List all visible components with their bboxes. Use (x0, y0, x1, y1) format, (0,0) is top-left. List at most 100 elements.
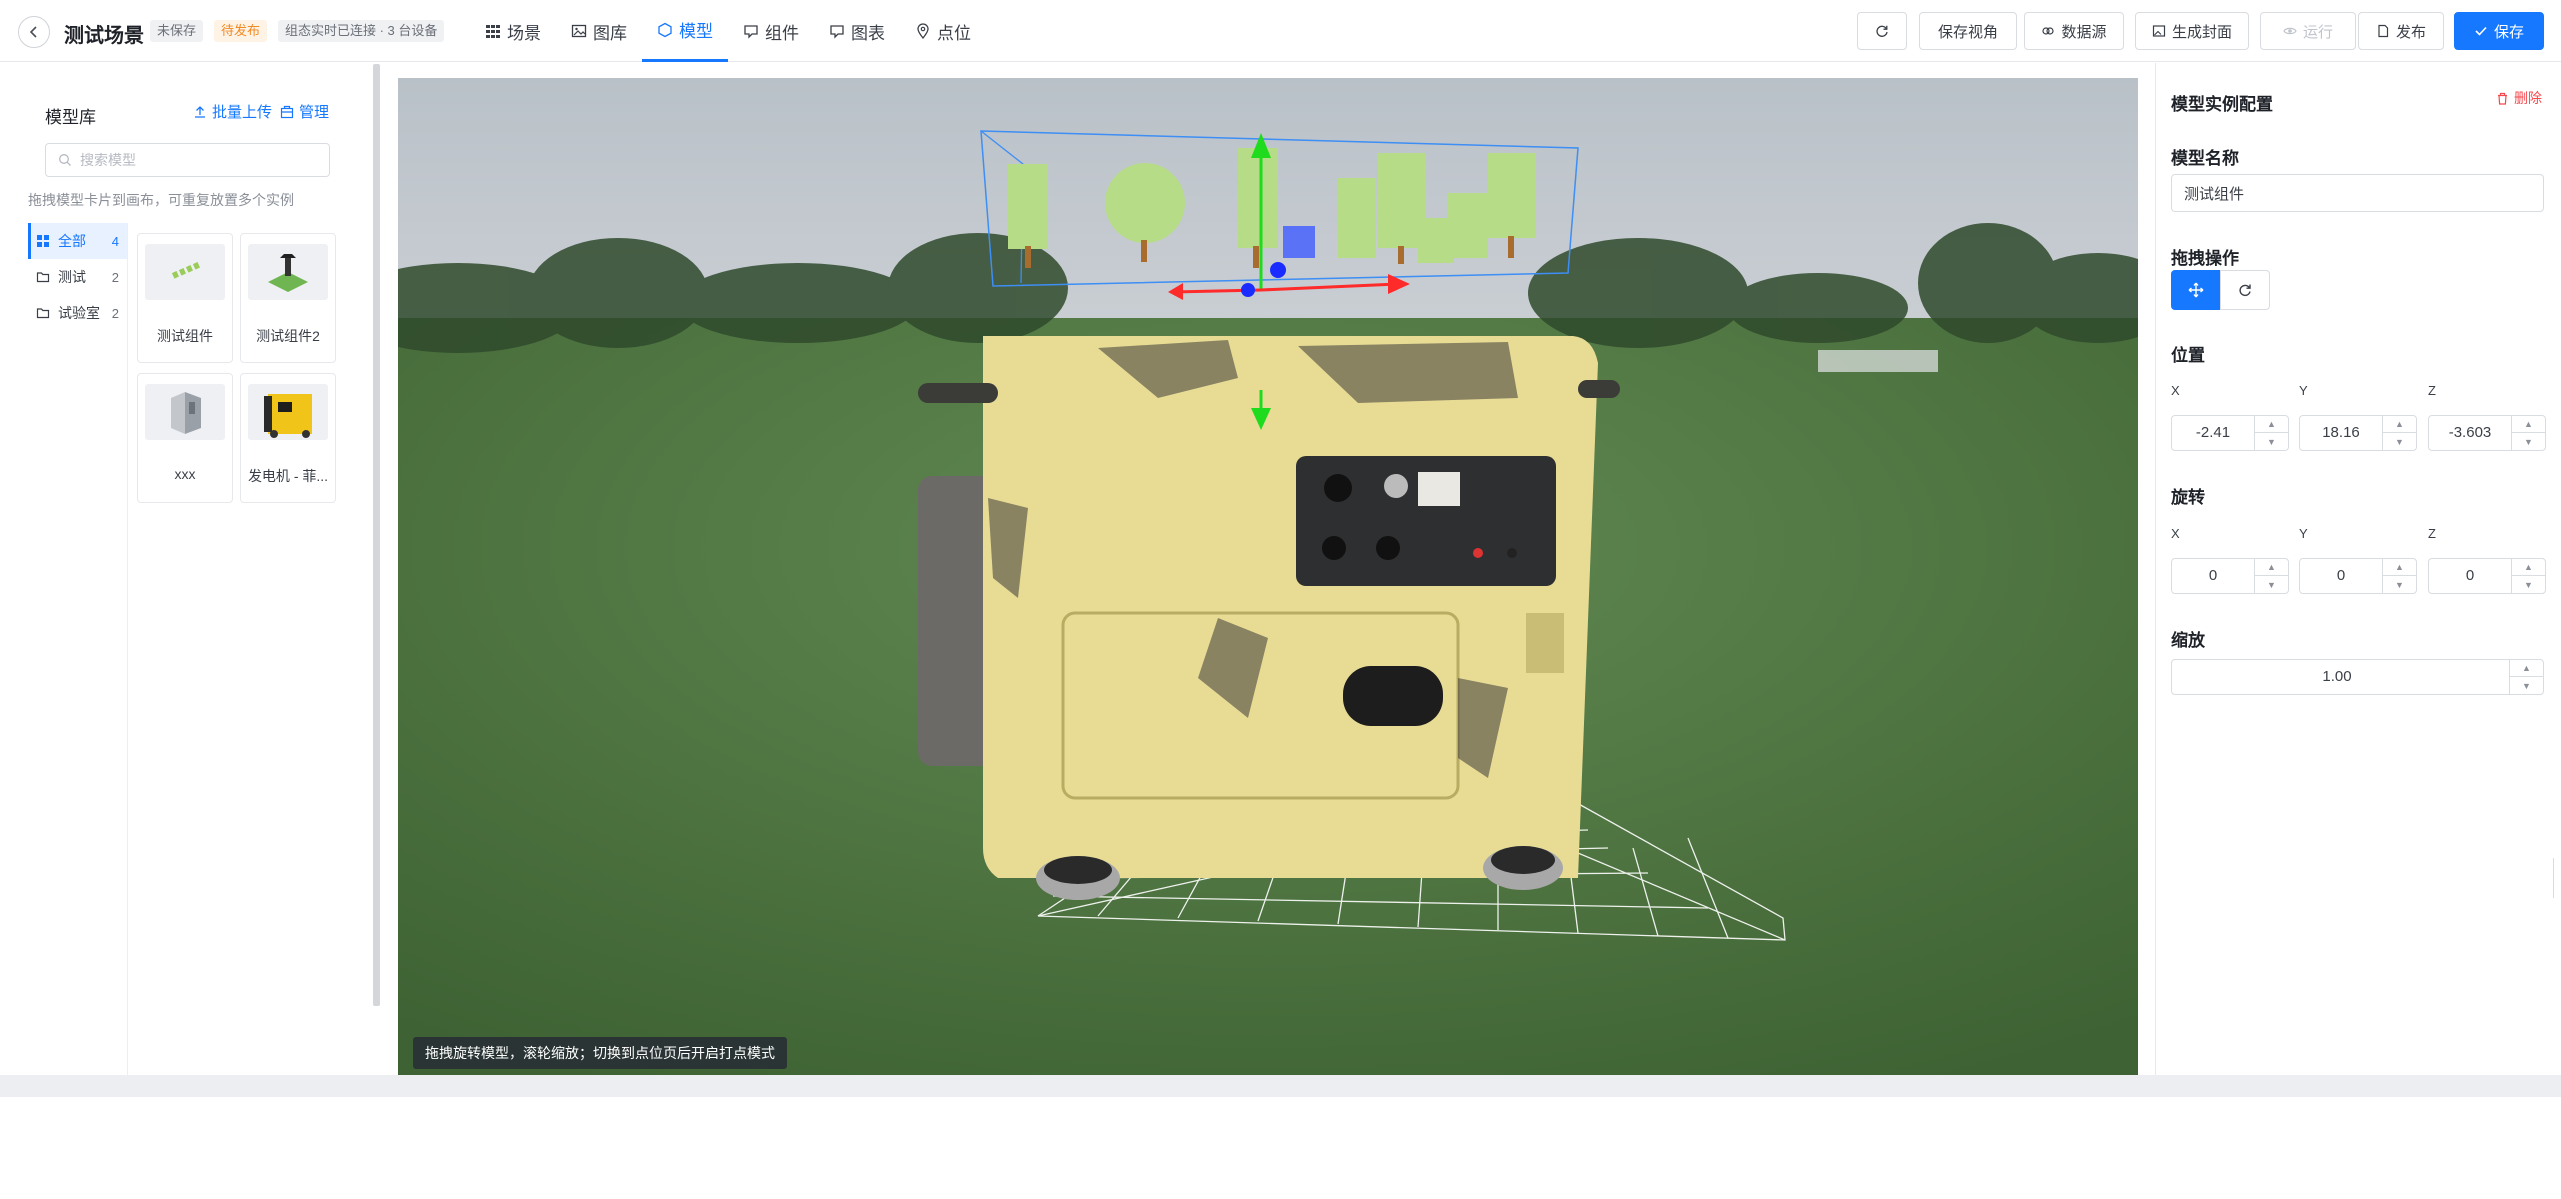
rotation-y-stepper[interactable]: 0 ▲ ▼ (2299, 558, 2417, 594)
tab-scene[interactable]: 场景 (470, 0, 556, 62)
tab-points[interactable]: 点位 (900, 0, 986, 62)
batch-upload-label: 批量上传 (212, 104, 273, 121)
pending-publish-badge: 待发布 (214, 20, 268, 42)
category-count: 2 (111, 305, 119, 321)
drag-mode-heading: 拖拽操作 (2171, 249, 2239, 268)
search-icon (59, 154, 71, 166)
model-card[interactable]: xxx (137, 373, 233, 503)
scene-viewport[interactable] (398, 78, 2138, 1084)
model-name-input[interactable] (2171, 174, 2544, 212)
tab-model[interactable]: 模型 (642, 0, 728, 62)
model-thumbnail (145, 384, 225, 440)
datasource-button[interactable]: 数据源 (2024, 12, 2124, 50)
rotate-icon (2239, 284, 2251, 297)
bottom-strip (0, 1075, 2561, 1097)
decrement-icon[interactable]: ▼ (2510, 677, 2543, 694)
delete-button[interactable]: 删除 (2496, 88, 2542, 108)
generate-cover-label: 生成封面 (2171, 23, 2232, 41)
panel-edge-handle[interactable] (2553, 858, 2561, 898)
manage-button[interactable]: 管理 (280, 101, 329, 122)
viewport-hint-tooltip: 拖拽旋转模型，滚轮缩放；切换到点位页后开启打点模式 (413, 1037, 787, 1069)
decrement-icon[interactable]: ▼ (2383, 576, 2416, 593)
grid-icon (486, 25, 500, 38)
tab-scene-label: 场景 (507, 23, 541, 43)
rotation-z-stepper[interactable]: 0 ▲ ▼ (2428, 558, 2546, 594)
decrement-icon[interactable]: ▼ (2383, 433, 2416, 450)
instance-config-panel: 模型实例配置 删除 模型名称 拖拽操作 位置 X Y Z -2.41 ▲▼ 18… (2155, 63, 2561, 1075)
tab-component[interactable]: 组件 (728, 0, 814, 62)
model-search-input[interactable] (80, 152, 310, 168)
model-card-label: 发电机 - 菲... (247, 468, 329, 484)
position-z-stepper[interactable]: -3.603 ▲ ▼ (2428, 415, 2546, 451)
tab-gallery-label: 图库 (593, 23, 627, 43)
decrement-icon[interactable]: ▼ (2512, 576, 2545, 593)
image-icon (2152, 25, 2166, 37)
category-item-all[interactable]: 全部 4 (28, 223, 127, 259)
increment-icon[interactable]: ▲ (2255, 416, 2288, 433)
chevron-left-icon (29, 26, 37, 38)
increment-icon[interactable]: ▲ (2383, 559, 2416, 576)
move-mode-button[interactable] (2171, 270, 2221, 310)
top-toolbar: 测试场景 未保存 待发布 组态实时已连接 · 3 台设备 场景 图库 模型 组件… (0, 0, 2561, 62)
category-item-test[interactable]: 测试 2 (28, 259, 127, 295)
generate-cover-button[interactable]: 生成封面 (2135, 12, 2249, 50)
decrement-icon[interactable]: ▼ (2512, 433, 2545, 450)
left-panel-scrollbar[interactable] (373, 64, 380, 1006)
check-icon (2475, 26, 2487, 36)
position-x-stepper[interactable]: -2.41 ▲ ▼ (2171, 415, 2289, 451)
category-count: 2 (111, 269, 119, 285)
rotation-x-label: X (2171, 526, 2180, 541)
increment-icon[interactable]: ▲ (2255, 559, 2288, 576)
category-item-lab[interactable]: 试验室 2 (28, 295, 127, 331)
rotation-y-value: 0 (2336, 567, 2346, 584)
scale-stepper[interactable]: 1.00 ▲ ▼ (2171, 659, 2544, 695)
category-label: 试验室 (58, 305, 100, 321)
image-icon (571, 24, 587, 38)
rotation-x-stepper[interactable]: 0 ▲ ▼ (2171, 558, 2289, 594)
position-y-stepper[interactable]: 18.16 ▲ ▼ (2299, 415, 2417, 451)
batch-upload-button[interactable]: 批量上传 (193, 101, 272, 122)
increment-icon[interactable]: ▲ (2510, 660, 2543, 677)
tab-chart[interactable]: 图表 (814, 0, 900, 62)
run-button[interactable]: 运行 (2260, 12, 2356, 50)
publish-button[interactable]: 发布 (2358, 12, 2444, 50)
tab-gallery[interactable]: 图库 (556, 0, 642, 62)
rotation-z-value: 0 (2465, 567, 2475, 584)
model-thumbnail (248, 244, 328, 300)
upload-icon (195, 105, 205, 118)
trash-icon (2498, 92, 2507, 105)
rotate-mode-button[interactable] (2220, 270, 2270, 310)
increment-icon[interactable]: ▲ (2512, 416, 2545, 433)
rotation-x-value: 0 (2208, 567, 2218, 584)
component-icon (744, 25, 758, 39)
location-pin-icon (917, 23, 929, 39)
category-label: 测试 (58, 269, 86, 285)
model-card[interactable]: 测试组件2 (240, 233, 336, 363)
chart-icon (830, 25, 844, 39)
decrement-icon[interactable]: ▼ (2255, 576, 2288, 593)
model-card-label: xxx (174, 466, 196, 482)
scene-render (398, 78, 2138, 1084)
back-button[interactable] (18, 16, 50, 48)
position-x-label: X (2171, 383, 2180, 398)
delete-label: 删除 (2514, 90, 2542, 106)
model-name-heading: 模型名称 (2171, 149, 2239, 168)
save-button[interactable]: 保存 (2454, 12, 2544, 50)
model-card[interactable]: 测试组件 (137, 233, 233, 363)
category-count: 4 (111, 233, 119, 249)
increment-icon[interactable]: ▲ (2512, 559, 2545, 576)
rotation-z-label: Z (2428, 526, 2436, 541)
scale-heading: 缩放 (2171, 631, 2205, 650)
generator-model (918, 336, 1620, 900)
library-title: 模型库 (45, 108, 96, 127)
position-y-label: Y (2299, 383, 2308, 398)
refresh-button[interactable] (1857, 12, 1907, 50)
decrement-icon[interactable]: ▼ (2255, 433, 2288, 450)
model-card-label: 测试组件 (157, 328, 213, 344)
save-view-button[interactable]: 保存视角 (1919, 12, 2017, 50)
increment-icon[interactable]: ▲ (2383, 416, 2416, 433)
model-search-box (45, 143, 330, 177)
panel-title: 模型实例配置 (2171, 95, 2273, 114)
model-card[interactable]: 发电机 - 菲... (240, 373, 336, 503)
position-y-value: 18.16 (2322, 424, 2360, 441)
